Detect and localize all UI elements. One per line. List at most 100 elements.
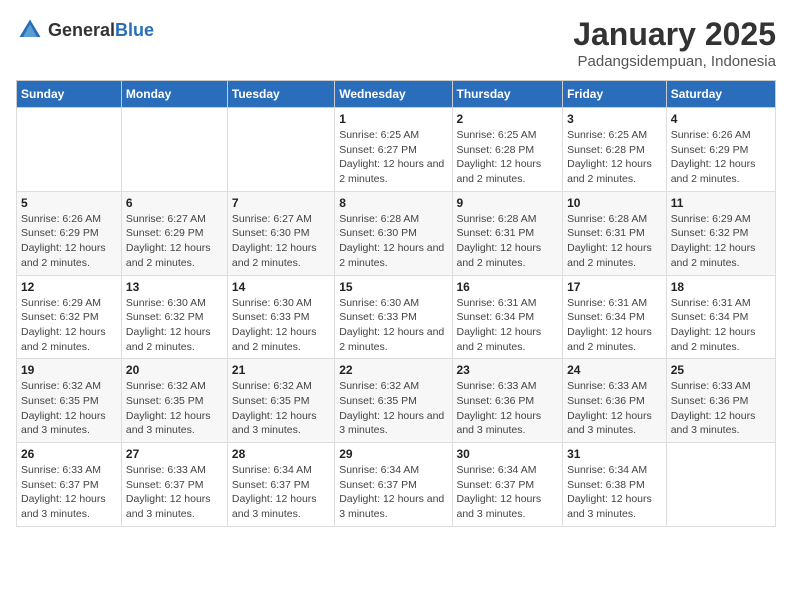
day-detail: Sunrise: 6:31 AMSunset: 6:34 PMDaylight:… [457, 296, 559, 355]
day-number: 16 [457, 280, 559, 294]
calendar-cell: 30Sunrise: 6:34 AMSunset: 6:37 PMDayligh… [452, 443, 563, 527]
day-number: 19 [21, 363, 117, 377]
calendar-cell: 10 Sunrise: 6:28 AMSunset: 6:31 PMDayligh… [563, 191, 667, 275]
page-header: GeneralBlue January 2025 Padangsidempuan… [16, 16, 776, 70]
day-number: 4 [671, 112, 771, 126]
calendar-cell [666, 443, 775, 527]
calendar-cell: 16 Sunrise: 6:31 AMSunset: 6:34 PMDayligh… [452, 275, 563, 359]
calendar-cell: 25 Sunrise: 6:33 AMSunset: 6:36 PMDayligh… [666, 359, 775, 443]
day-detail: Sunrise: 6:33 AMSunset: 6:36 PMDaylight:… [671, 379, 771, 438]
day-detail: Sunrise: 6:25 AMSunset: 6:27 PMDaylight:… [339, 128, 447, 187]
calendar-cell: 21Sunrise: 6:32 AMSunset: 6:35 PMDayligh… [227, 359, 334, 443]
calendar-cell: 14 Sunrise: 6:30 AMSunset: 6:33 PMDayligh… [227, 275, 334, 359]
day-number: 6 [126, 196, 223, 210]
calendar-cell: 18Sunrise: 6:31 AMSunset: 6:34 PMDayligh… [666, 275, 775, 359]
day-detail: Sunrise: 6:29 AMSunset: 6:32 PMDaylight:… [671, 212, 771, 271]
day-detail: Sunrise: 6:31 AMSunset: 6:34 PMDaylight:… [567, 296, 662, 355]
calendar-cell: 5 Sunrise: 6:26 AMSunset: 6:29 PMDaylight… [17, 191, 122, 275]
calendar-cell: 27Sunrise: 6:33 AMSunset: 6:37 PMDayligh… [121, 443, 227, 527]
calendar-cell: 6 Sunrise: 6:27 AMSunset: 6:29 PMDaylight… [121, 191, 227, 275]
day-number: 7 [232, 196, 330, 210]
calendar-week-row: 26 Sunrise: 6:33 AMSunset: 6:37 PMDayligh… [17, 443, 776, 527]
day-detail: Sunrise: 6:30 AMSunset: 6:33 PMDaylight:… [339, 296, 447, 355]
day-number: 14 [232, 280, 330, 294]
day-number: 20 [126, 363, 223, 377]
calendar-cell: 9 Sunrise: 6:28 AMSunset: 6:31 PMDaylight… [452, 191, 563, 275]
day-number: 25 [671, 363, 771, 377]
calendar-cell: 12 Sunrise: 6:29 AMSunset: 6:32 PMDayligh… [17, 275, 122, 359]
calendar-cell: 24Sunrise: 6:33 AMSunset: 6:36 PMDayligh… [563, 359, 667, 443]
header-tuesday: Tuesday [227, 81, 334, 108]
day-number: 1 [339, 112, 447, 126]
day-number: 18 [671, 280, 771, 294]
calendar-cell: 23 Sunrise: 6:33 AMSunset: 6:36 PMDayligh… [452, 359, 563, 443]
day-number: 30 [457, 447, 559, 461]
calendar-week-row: 5 Sunrise: 6:26 AMSunset: 6:29 PMDaylight… [17, 191, 776, 275]
day-detail: Sunrise: 6:34 AMSunset: 6:37 PMDaylight:… [232, 463, 330, 522]
day-number: 24 [567, 363, 662, 377]
day-detail: Sunrise: 6:27 AMSunset: 6:29 PMDaylight:… [126, 212, 223, 271]
calendar-cell: 8 Sunrise: 6:28 AMSunset: 6:30 PMDaylight… [335, 191, 452, 275]
calendar-cell [121, 108, 227, 192]
calendar-week-row: 1 Sunrise: 6:25 AMSunset: 6:27 PMDaylight… [17, 108, 776, 192]
calendar-subtitle: Padangsidempuan, Indonesia [573, 53, 776, 70]
calendar-cell: 15Sunrise: 6:30 AMSunset: 6:33 PMDayligh… [335, 275, 452, 359]
day-number: 12 [21, 280, 117, 294]
calendar-cell: 17 Sunrise: 6:31 AMSunset: 6:34 PMDayligh… [563, 275, 667, 359]
title-block: January 2025 Padangsidempuan, Indonesia [573, 16, 776, 70]
day-number: 13 [126, 280, 223, 294]
header-wednesday: Wednesday [335, 81, 452, 108]
header-saturday: Saturday [666, 81, 775, 108]
day-number: 5 [21, 196, 117, 210]
day-detail: Sunrise: 6:28 AMSunset: 6:30 PMDaylight:… [339, 212, 447, 271]
calendar-cell: 26 Sunrise: 6:33 AMSunset: 6:37 PMDayligh… [17, 443, 122, 527]
calendar-cell: 28 Sunrise: 6:34 AMSunset: 6:37 PMDayligh… [227, 443, 334, 527]
logo-icon [16, 16, 44, 44]
day-number: 2 [457, 112, 559, 126]
day-number: 8 [339, 196, 447, 210]
day-detail: Sunrise: 6:25 AMSunset: 6:28 PMDaylight:… [567, 128, 662, 187]
calendar-cell [227, 108, 334, 192]
calendar-cell: 1 Sunrise: 6:25 AMSunset: 6:27 PMDaylight… [335, 108, 452, 192]
day-detail: Sunrise: 6:28 AMSunset: 6:31 PMDaylight:… [567, 212, 662, 271]
day-detail: Sunrise: 6:33 AMSunset: 6:36 PMDaylight:… [457, 379, 559, 438]
day-detail: Sunrise: 6:26 AMSunset: 6:29 PMDaylight:… [21, 212, 117, 271]
day-detail: Sunrise: 6:32 AMSunset: 6:35 PMDaylight:… [21, 379, 117, 438]
calendar-table: SundayMondayTuesdayWednesdayThursdayFrid… [16, 80, 776, 527]
day-number: 27 [126, 447, 223, 461]
day-number: 28 [232, 447, 330, 461]
day-number: 23 [457, 363, 559, 377]
calendar-header-row: SundayMondayTuesdayWednesdayThursdayFrid… [17, 81, 776, 108]
day-detail: Sunrise: 6:27 AMSunset: 6:30 PMDaylight:… [232, 212, 330, 271]
day-detail: Sunrise: 6:26 AMSunset: 6:29 PMDaylight:… [671, 128, 771, 187]
header-friday: Friday [563, 81, 667, 108]
calendar-cell: 13 Sunrise: 6:30 AMSunset: 6:32 PMDayligh… [121, 275, 227, 359]
day-number: 22 [339, 363, 447, 377]
logo-blue-text: Blue [115, 20, 154, 40]
day-detail: Sunrise: 6:33 AMSunset: 6:37 PMDaylight:… [21, 463, 117, 522]
day-detail: Sunrise: 6:34 AMSunset: 6:37 PMDaylight:… [339, 463, 447, 522]
calendar-cell: 7 Sunrise: 6:27 AMSunset: 6:30 PMDaylight… [227, 191, 334, 275]
day-detail: Sunrise: 6:29 AMSunset: 6:32 PMDaylight:… [21, 296, 117, 355]
calendar-week-row: 12 Sunrise: 6:29 AMSunset: 6:32 PMDayligh… [17, 275, 776, 359]
day-number: 3 [567, 112, 662, 126]
day-detail: Sunrise: 6:32 AMSunset: 6:35 PMDaylight:… [232, 379, 330, 438]
day-number: 17 [567, 280, 662, 294]
day-number: 26 [21, 447, 117, 461]
day-detail: Sunrise: 6:30 AMSunset: 6:32 PMDaylight:… [126, 296, 223, 355]
day-number: 29 [339, 447, 447, 461]
calendar-cell: 2Sunrise: 6:25 AMSunset: 6:28 PMDaylight… [452, 108, 563, 192]
day-number: 10 [567, 196, 662, 210]
calendar-title: January 2025 [573, 16, 776, 53]
calendar-cell: 22Sunrise: 6:32 AMSunset: 6:35 PMDayligh… [335, 359, 452, 443]
logo-general-text: General [48, 20, 115, 40]
logo: GeneralBlue [16, 16, 154, 44]
day-detail: Sunrise: 6:28 AMSunset: 6:31 PMDaylight:… [457, 212, 559, 271]
day-detail: Sunrise: 6:30 AMSunset: 6:33 PMDaylight:… [232, 296, 330, 355]
calendar-cell [17, 108, 122, 192]
day-number: 11 [671, 196, 771, 210]
calendar-cell: 20Sunrise: 6:32 AMSunset: 6:35 PMDayligh… [121, 359, 227, 443]
day-number: 9 [457, 196, 559, 210]
header-thursday: Thursday [452, 81, 563, 108]
calendar-cell: 29 Sunrise: 6:34 AMSunset: 6:37 PMDayligh… [335, 443, 452, 527]
